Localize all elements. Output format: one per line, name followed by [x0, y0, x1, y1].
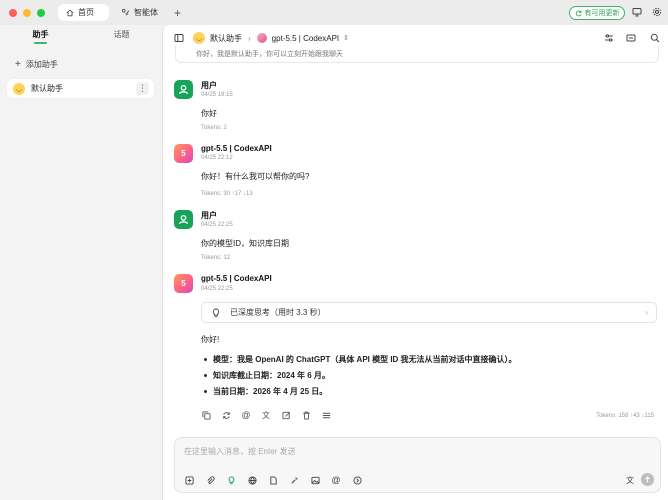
chevron-updown-icon[interactable]: ⇕ — [343, 34, 349, 42]
message-tokens: Tokens: 2 — [201, 125, 227, 131]
list-item-text: 知识库截止日期：2024 年 6 月。 — [213, 370, 330, 380]
sidebar-item-default-assistant[interactable]: ◡ 默认助手 ⋮ — [7, 79, 154, 98]
edit-icon[interactable] — [281, 410, 291, 420]
new-tab-button[interactable]: + — [174, 7, 181, 19]
home-icon — [66, 9, 74, 17]
list-item: 当前日期：2026 年 4 月 25 日。 — [204, 383, 517, 399]
tab-assistants[interactable]: 助手 — [0, 29, 81, 44]
expand-icon[interactable] — [626, 33, 636, 43]
image-icon[interactable] — [310, 475, 320, 485]
toggle-sidebar-icon[interactable] — [174, 33, 184, 43]
agent-icon — [121, 8, 130, 17]
model-avatar: 5 — [174, 144, 193, 163]
message-content: 你好 — [201, 109, 217, 118]
composer-toolbar: @ — [184, 475, 362, 485]
chevron-right-icon: › — [248, 33, 251, 43]
more-circle-icon[interactable] — [352, 475, 362, 485]
translate-icon[interactable]: 文 — [261, 410, 271, 420]
update-available-button[interactable]: 有可用更新 — [569, 6, 625, 20]
maximize-window-button[interactable] — [37, 8, 45, 17]
close-window-button[interactable] — [9, 8, 17, 17]
tab-agents[interactable]: 智能体 — [113, 4, 166, 21]
smile-emoji-icon: ◡ — [13, 82, 25, 95]
add-assistant-button[interactable]: + 添加助手 — [15, 59, 58, 70]
tab-home[interactable]: 首页 — [58, 4, 109, 21]
more-options-button[interactable]: ⋮ — [136, 82, 149, 95]
model-avatar: 5 — [174, 274, 193, 293]
mention-icon[interactable]: @ — [331, 475, 341, 485]
thinking-summary[interactable]: 已深度思考（用时 3.3 秒） › — [201, 302, 657, 323]
model-logo-icon — [256, 33, 267, 43]
sidebar-tabs: 助手 话题 — [0, 25, 162, 44]
message-sender: 用户 — [201, 81, 217, 90]
title-bar: 首页 智能体 + 有可用更新 — [0, 0, 668, 25]
arrow-up-icon — [644, 476, 651, 483]
message-bullet-list: 模型：我是 OpenAI 的 ChatGPT（具体 API 模型 ID 我无法从… — [204, 351, 517, 399]
minimize-window-button[interactable] — [23, 8, 31, 17]
chevron-right-icon: › — [645, 308, 648, 317]
breadcrumb-assistant[interactable]: 默认助手 — [210, 33, 242, 44]
assistant-intro: 你好，我是默认助手，你可以立刻开始跟我聊天 — [175, 46, 659, 63]
message-time: 04/25 22:12 — [201, 155, 233, 161]
user-avatar — [174, 210, 193, 229]
message-content: 你的模型ID，知识库日期 — [201, 239, 289, 248]
monitor-icon[interactable] — [632, 7, 642, 17]
gear-icon[interactable] — [652, 7, 662, 17]
thinking-lightbulb-icon[interactable] — [226, 475, 236, 485]
more-menu-icon[interactable] — [321, 410, 331, 420]
window-controls — [9, 8, 45, 17]
tab-topics[interactable]: 话题 — [81, 29, 162, 40]
message-actions: @ 文 — [201, 410, 331, 420]
message-time: 04/25 22:25 — [201, 286, 233, 292]
sidebar: 助手 话题 + 添加助手 ◡ 默认助手 ⋮ — [0, 25, 162, 500]
model-selector[interactable]: gpt-5.5 | CodexAPI — [272, 34, 339, 43]
assistant-emoji-icon: ◡ — [193, 32, 205, 44]
lightbulb-icon — [212, 307, 220, 318]
message-sender: gpt-5.5 | CodexAPI — [201, 144, 272, 153]
search-icon[interactable] — [650, 33, 660, 43]
message-time: 04/25 19:15 — [201, 92, 233, 98]
plus-icon: + — [15, 58, 21, 70]
message-tokens: Tokens: 30 ↑17 ↓13 — [201, 191, 253, 197]
refresh-icon — [575, 10, 582, 17]
copy-icon[interactable] — [201, 410, 211, 420]
tab-agents-label: 智能体 — [134, 8, 158, 17]
message-content: 你好！有什么我可以帮你的吗? — [201, 172, 310, 181]
list-item: 知识库截止日期：2024 年 6 月。 — [204, 367, 517, 383]
regenerate-icon[interactable] — [221, 410, 231, 420]
list-item: 模型：我是 OpenAI 的 ChatGPT（具体 API 模型 ID 我无法从… — [204, 351, 517, 367]
tool-wrench-icon[interactable] — [289, 475, 299, 485]
delete-icon[interactable] — [301, 410, 311, 420]
list-item-text: 当前日期：2026 年 4 月 25 日。 — [213, 386, 328, 396]
new-topic-icon[interactable] — [184, 475, 194, 485]
web-search-icon[interactable] — [247, 475, 257, 485]
update-label: 有可用更新 — [584, 10, 620, 17]
message-composer[interactable]: 在这里输入消息，按 Enter 发送 @ 文 — [174, 437, 661, 493]
mention-icon[interactable]: @ — [241, 410, 251, 420]
settings-sliders-icon[interactable] — [604, 33, 614, 43]
message-input[interactable]: 在这里输入消息，按 Enter 发送 — [184, 446, 296, 457]
message-content: 你好! — [201, 335, 220, 344]
message-sender: gpt-5.5 | CodexAPI — [201, 274, 272, 283]
translate-icon[interactable]: 文 — [626, 475, 634, 486]
document-icon[interactable] — [268, 475, 278, 485]
chat-panel: ◡ 默认助手 › gpt-5.5 | CodexAPI ⇕ 你好，我是默认助手，… — [162, 25, 668, 500]
message-sender: 用户 — [201, 211, 217, 220]
message-tokens: Tokens: 12 — [201, 255, 231, 261]
list-item-text: 模型：我是 OpenAI 的 ChatGPT（具体 API 模型 ID 我无法从… — [213, 354, 517, 364]
user-avatar — [174, 80, 193, 99]
attachment-icon[interactable] — [205, 475, 215, 485]
tab-home-label: 首页 — [78, 8, 94, 17]
send-button[interactable] — [641, 473, 654, 486]
assistant-name: 默认助手 — [31, 84, 63, 93]
message-tokens: Tokens: 158 ↑43 ↓115 — [596, 413, 654, 419]
thinking-label: 已深度思考（用时 3.3 秒） — [230, 308, 326, 317]
add-assistant-label: 添加助手 — [25, 60, 58, 69]
message-time: 04/25 22:25 — [201, 222, 233, 228]
